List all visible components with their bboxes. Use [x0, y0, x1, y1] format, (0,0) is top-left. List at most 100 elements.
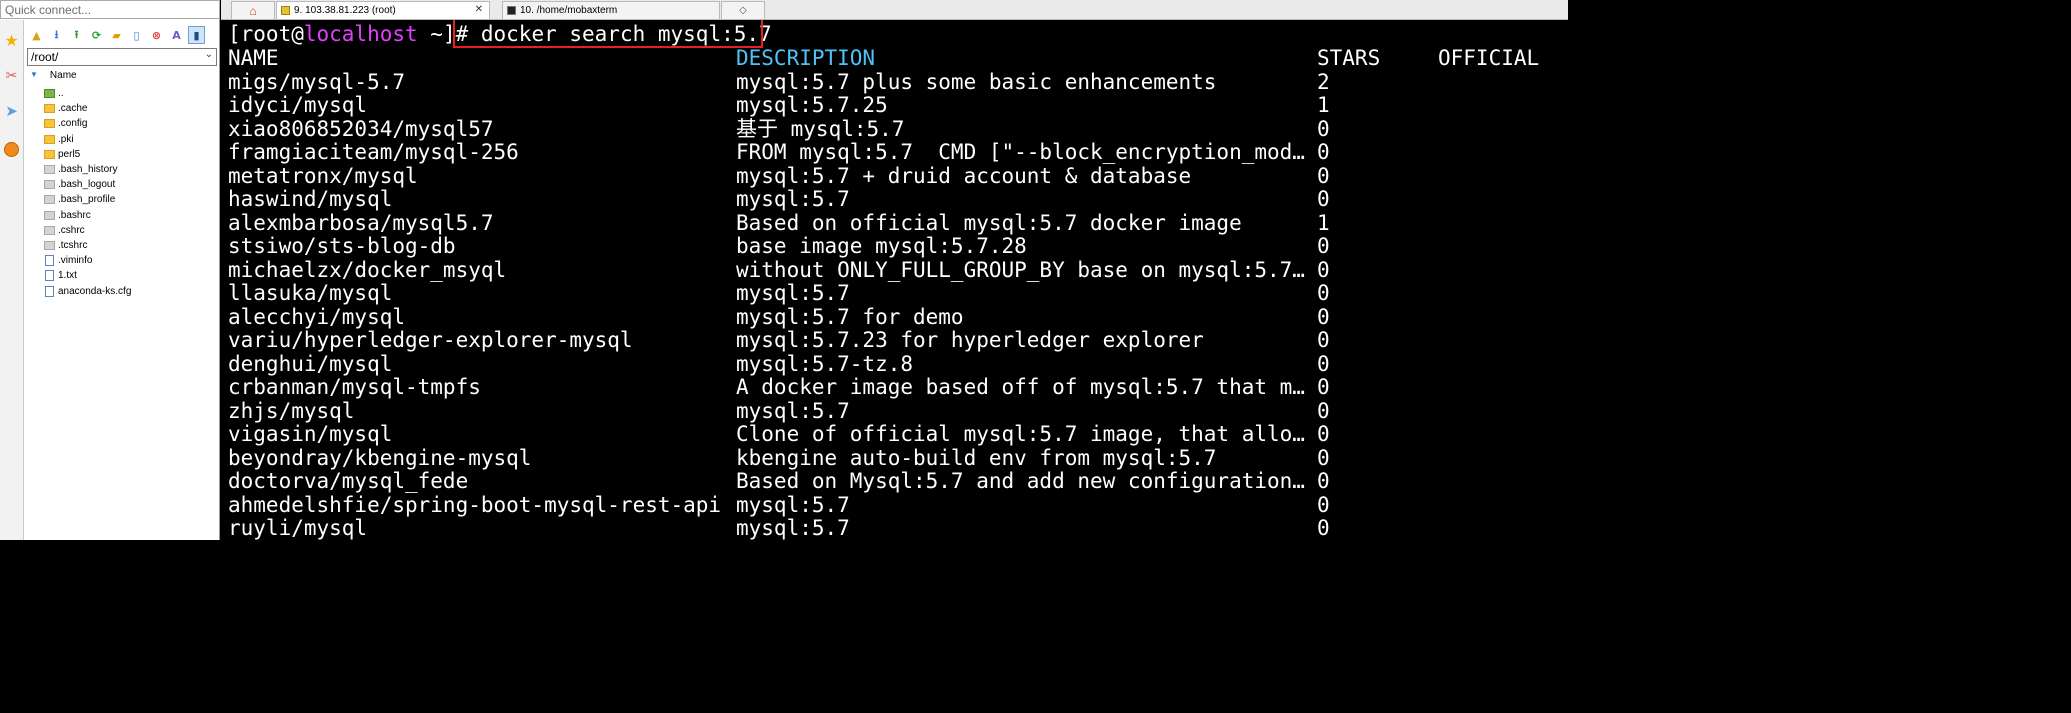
tab-local-terminal[interactable]: 10. /home/mobaxterm [502, 1, 720, 19]
file-icon [45, 255, 54, 267]
result-name: migs/mysql-5.7 [228, 69, 406, 94]
header-official: OFFICIAL [1438, 46, 1540, 70]
file-list-item[interactable]: .cshrc [44, 223, 214, 238]
file-list-item[interactable]: .cache [44, 101, 214, 116]
table-row: denghui/mysql mysql:5.7-tz.8 0 [221, 351, 1568, 377]
result-description: A docker image based off of mysql:5.7 th… [736, 375, 1305, 399]
file-list-item[interactable]: .tcshrc [44, 238, 214, 253]
tab-label: 9. 103.38.81.223 (root) [294, 5, 396, 16]
file-icon [44, 210, 55, 220]
terminal-output[interactable]: [root@localhost ~]# docker search mysql:… [221, 20, 1568, 540]
result-name: crbanman/mysql-tmpfs [228, 375, 481, 399]
result-name: doctorva/mysql_fede [228, 469, 469, 493]
tab-home[interactable]: ⌂ [231, 1, 275, 19]
result-description: 基于 mysql:5.7 [736, 116, 905, 141]
file-name: .bash_history [58, 164, 118, 176]
result-name: xiao806852034/mysql57 [228, 116, 494, 141]
file-list-item[interactable]: .bashrc [44, 208, 214, 223]
tools-icon[interactable]: ✂ [0, 58, 23, 92]
result-name: alexmbarbosa/mysql5.7 [228, 210, 494, 235]
file-list-item[interactable]: .bash_profile [44, 192, 214, 207]
file-list-item[interactable]: .config [44, 116, 214, 131]
result-stars: 0 [1317, 328, 1330, 352]
up-folder-icon[interactable]: ▲ [28, 26, 45, 44]
result-description: Clone of official mysql:5.7 image, that … [736, 422, 1305, 446]
result-name: alecchyi/mysql [228, 304, 406, 329]
path-dropdown[interactable]: /root/ ⌄ [27, 48, 217, 66]
download-icon[interactable]: ⭳ [48, 26, 65, 44]
file-icon [44, 225, 55, 235]
result-name: framgiaciteam/mysql-256 [228, 140, 519, 164]
folder-icon [44, 134, 55, 144]
result-stars: 0 [1317, 304, 1330, 329]
result-name: ahmedelshfie/spring-boot-mysql-rest-api [228, 492, 722, 517]
sidebar-vertical-tabs: ★ ✂ ➤ [0, 20, 24, 540]
chevron-down-icon: ⌄ [204, 49, 213, 60]
upload-icon[interactable]: ⭱ [68, 26, 85, 44]
result-stars: 0 [1317, 445, 1330, 470]
new-file-icon[interactable]: ▯ [128, 26, 145, 44]
result-description: mysql:5.7 [736, 281, 850, 305]
expand-triangle-icon: ▼ [30, 70, 38, 79]
result-description: mysql:5.7-tz.8 [736, 351, 914, 376]
result-name: llasuka/mysql [228, 281, 393, 305]
header-stars: STARS [1317, 46, 1381, 70]
quick-connect-input[interactable]: Quick connect... [0, 0, 220, 19]
file-name: .bashrc [58, 209, 91, 221]
table-row: xiao806852034/mysql57 基于 mysql:5.7 0 [221, 116, 1568, 142]
file-list-item[interactable]: .bash_logout [44, 177, 214, 192]
new-folder-icon[interactable]: ▰ [108, 26, 125, 44]
star-icon[interactable]: ★ [0, 24, 23, 58]
result-description: mysql:5.7 [736, 516, 850, 540]
file-name: .tcshrc [58, 239, 88, 251]
table-row: idyci/mysql mysql:5.7.25 1 [221, 93, 1568, 118]
result-stars: 0 [1317, 116, 1330, 141]
delete-icon[interactable]: ⊗ [148, 26, 165, 44]
file-icon [44, 240, 55, 250]
result-description: mysql:5.7 [736, 492, 850, 517]
table-row: alexmbarbosa/mysql5.7 Based on official m… [221, 210, 1568, 236]
file-list-item[interactable]: perl5 [44, 147, 214, 162]
file-list-item[interactable]: .pki [44, 132, 214, 147]
result-stars: 0 [1317, 281, 1330, 305]
new-tab-icon: ◇ [739, 5, 747, 16]
table-header: NAME DESCRIPTION STARS OFFICIAL [221, 46, 1568, 71]
result-name: haswind/mysql [228, 187, 393, 211]
file-list-item[interactable]: .viminfo [44, 253, 214, 268]
result-description: base image mysql:5.7.28 [736, 234, 1027, 258]
file-list-item[interactable]: 1.txt [44, 268, 214, 283]
macros-icon[interactable] [0, 132, 23, 166]
close-icon[interactable]: ✕ [475, 4, 483, 15]
table-row: crbanman/mysql-tmpfs A docker image based… [221, 375, 1568, 400]
rename-icon[interactable]: A [168, 26, 185, 44]
header-name: NAME [228, 46, 279, 70]
file-list-item[interactable]: .. [44, 86, 214, 101]
table-row: stsiwo/sts-blog-db base image mysql:5.7.2… [221, 234, 1568, 259]
home-icon: ⌂ [249, 3, 257, 18]
result-name: michaelzx/docker_msyql [228, 257, 507, 282]
result-name: vigasin/mysql [228, 422, 393, 446]
result-stars: 0 [1317, 422, 1330, 446]
tab-ssh-session[interactable]: 9. 103.38.81.223 (root) ✕ [276, 1, 490, 19]
table-row: metatronx/mysql mysql:5.7 + druid account… [221, 164, 1568, 189]
result-description: mysql:5.7.23 for hyperledger explorer [736, 328, 1204, 352]
file-list-item[interactable]: .bash_history [44, 162, 214, 177]
file-name: 1.txt [58, 270, 77, 282]
file-name: perl5 [58, 148, 81, 160]
file-icon [44, 195, 55, 205]
result-name: denghui/mysql [228, 351, 393, 376]
file-list-item[interactable]: anaconda-ks.cfg [44, 283, 214, 298]
file-list: .. .cache .config .pki perl5 .bash_history .ba… [44, 86, 214, 299]
result-name: beyondray/kbengine-mysql [228, 445, 532, 470]
file-tree-header[interactable]: ▼ Name [30, 70, 77, 81]
file-icon [44, 165, 55, 175]
folder-icon [44, 104, 55, 114]
refresh-icon[interactable]: ⟳ [88, 26, 105, 44]
result-description: mysql:5.7 [736, 187, 850, 211]
tab-new[interactable]: ◇ [721, 1, 765, 19]
result-description: without ONLY_FULL_GROUP_BY base on mysql… [736, 257, 1305, 282]
send-icon[interactable]: ➤ [0, 94, 23, 128]
file-name: .pki [58, 133, 74, 145]
terminal-follow-icon[interactable]: ▮ [188, 26, 205, 44]
result-description: mysql:5.7 for demo [736, 304, 964, 329]
